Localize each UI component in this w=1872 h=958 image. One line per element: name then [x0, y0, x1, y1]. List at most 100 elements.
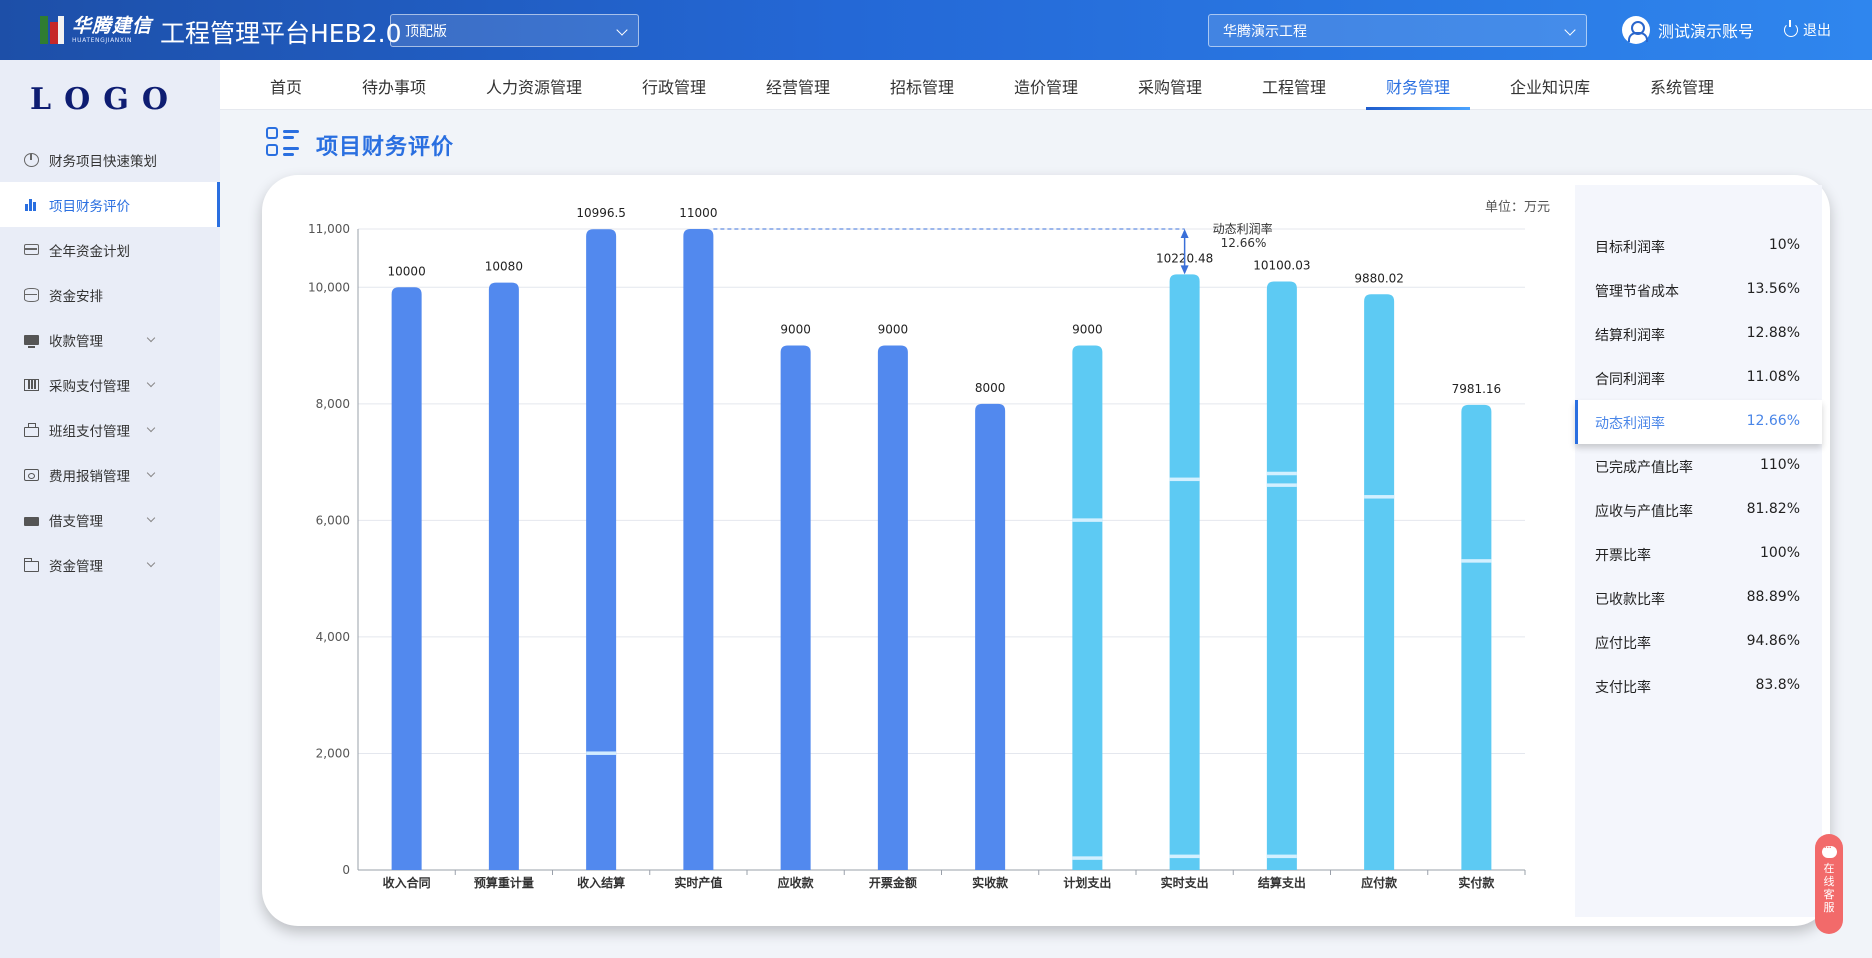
y-tick-label: 0	[342, 863, 350, 877]
bar-value-label: 9000	[878, 323, 909, 337]
kpi-row[interactable]: 已完成产值比率 110%	[1575, 444, 1822, 488]
sidebar-item[interactable]: 采购支付管理	[0, 362, 220, 407]
x-tick-label: 实付款	[1458, 875, 1495, 890]
arrow-down-icon	[1180, 265, 1189, 275]
kpi-row[interactable]: 开票比率 100%	[1575, 532, 1822, 576]
kpi-label: 目标利润率	[1595, 240, 1665, 256]
nav-tab[interactable]: 首页	[270, 74, 302, 98]
sidebar-item-label: 项目财务评价	[49, 198, 130, 215]
chevron-down-icon	[146, 333, 156, 343]
x-tick-label: 开票金额	[869, 875, 917, 890]
logout-button[interactable]: 退出	[1784, 20, 1831, 40]
page-title: 项目财务评价	[316, 135, 455, 160]
nav-tab[interactable]: 系统管理	[1650, 74, 1714, 98]
online-service-button[interactable]: 在 线 客 服	[1815, 834, 1843, 934]
bar	[877, 345, 908, 870]
nav-tab[interactable]: 采购管理	[1138, 74, 1202, 98]
shelf-icon	[24, 378, 39, 391]
bar-segment-mark	[1266, 483, 1297, 487]
bar-segment-mark	[1266, 854, 1297, 859]
top-header: 华腾建信 HUATENGJIANXIN 工程管理平台HEB2.0 顶配版 华腾演…	[0, 0, 1872, 60]
sidebar-item[interactable]: 项目财务评价	[0, 182, 220, 227]
account-name: 测试演示账号	[1658, 22, 1755, 41]
kpi-value: 110%	[1759, 457, 1800, 473]
folder-icon	[24, 558, 39, 572]
sidebar-item[interactable]: 借支管理	[0, 497, 220, 542]
credit-card-icon	[24, 244, 39, 255]
sidebar-item[interactable]: 资金管理	[0, 542, 220, 587]
sidebar-item[interactable]: 全年资金计划	[0, 227, 220, 272]
bar-segment-mark	[1169, 854, 1200, 859]
nav-tab[interactable]: 待办事项	[362, 74, 426, 98]
sidebar-item[interactable]: 班组支付管理	[0, 407, 220, 452]
service-char: 服	[1823, 901, 1835, 914]
brand-logo[interactable]: 华腾建信 HUATENGJIANXIN	[38, 11, 152, 49]
sidebar-item[interactable]: 财务项目快速策划	[0, 137, 220, 182]
kpi-value: 81.82%	[1746, 501, 1800, 517]
x-tick-label: 应付款	[1361, 875, 1398, 890]
bar-segment-mark	[586, 751, 617, 755]
receipt-icon	[24, 468, 39, 481]
sidebar-item[interactable]: 收款管理	[0, 317, 220, 362]
bar-value-label: 7981.16	[1452, 382, 1502, 396]
bar-value-label: 10080	[485, 260, 523, 274]
brand-mark-icon	[38, 14, 66, 46]
list-icon	[266, 127, 300, 159]
bar-segment-mark	[1266, 471, 1297, 476]
brand-name-en: HUATENGJIANXIN	[72, 36, 133, 44]
x-tick-label: 预算重计量	[474, 875, 534, 890]
kpi-label: 管理节省成本	[1595, 284, 1679, 300]
active-tab-indicator	[1366, 107, 1470, 110]
bar	[975, 403, 1006, 870]
nav-tab[interactable]: 造价管理	[1014, 74, 1078, 98]
kpi-label: 应付比率	[1595, 636, 1651, 652]
bar-value-label: 10000	[388, 264, 426, 278]
chevron-down-icon	[146, 378, 156, 388]
monitor-icon	[24, 334, 39, 348]
sidebar-item-label: 资金管理	[49, 558, 103, 575]
bar	[1461, 404, 1492, 870]
kpi-row[interactable]: 结算利润率 12.88%	[1575, 312, 1822, 356]
bar-value-label: 10100.03	[1253, 258, 1310, 272]
bar	[683, 229, 714, 870]
sidebar-item-label: 采购支付管理	[49, 378, 130, 395]
kpi-row[interactable]: 应付比率 94.86%	[1575, 620, 1822, 664]
nav-tab[interactable]: 招标管理	[890, 74, 954, 98]
database-icon	[24, 287, 39, 302]
kpi-row[interactable]: 目标利润率 10%	[1575, 224, 1822, 268]
kpi-row[interactable]: 动态利润率 12.66%	[1575, 400, 1822, 444]
sidebar-item[interactable]: 资金安排	[0, 272, 220, 317]
kpi-row[interactable]: 管理节省成本 13.56%	[1575, 268, 1822, 312]
kpi-row[interactable]: 已收款比率 88.89%	[1575, 576, 1822, 620]
nav-tab[interactable]: 工程管理	[1262, 74, 1326, 98]
bar-value-label: 11000	[679, 206, 717, 220]
nav-tab[interactable]: 人力资源管理	[486, 74, 582, 98]
kpi-row[interactable]: 合同利润率 11.08%	[1575, 356, 1822, 400]
kpi-row[interactable]: 支付比率 83.8%	[1575, 664, 1822, 708]
project-select[interactable]: 华腾演示工程	[1208, 14, 1587, 47]
kpi-row[interactable]: 应收与产值比率 81.82%	[1575, 488, 1822, 532]
sidebar-item[interactable]: 费用报销管理	[0, 452, 220, 497]
nav-tab[interactable]: 企业知识库	[1510, 74, 1590, 98]
kpi-value: 88.89%	[1746, 589, 1800, 605]
account-menu[interactable]: 测试演示账号	[1622, 15, 1754, 45]
nav-tab[interactable]: 行政管理	[642, 74, 706, 98]
brand-name: 华腾建信	[72, 14, 153, 37]
bar	[586, 229, 617, 870]
bar-segment-mark	[1364, 495, 1395, 499]
y-tick-label: 4,000	[316, 630, 350, 644]
chevron-down-icon	[146, 558, 156, 568]
sidebar-item-label: 资金安排	[49, 288, 103, 305]
y-tick-label: 2,000	[316, 746, 350, 760]
nav-tab[interactable]: 财务管理	[1386, 74, 1450, 98]
version-select[interactable]: 顶配版	[390, 14, 639, 47]
kpi-value: 100%	[1759, 545, 1800, 561]
bar	[391, 287, 422, 871]
kpi-label: 结算利润率	[1595, 328, 1665, 344]
x-tick-label: 结算支出	[1258, 875, 1306, 890]
x-tick-label: 实时支出	[1161, 875, 1209, 890]
nav-tab[interactable]: 经营管理	[766, 74, 830, 98]
sidebar-item-label: 借支管理	[49, 513, 103, 530]
annotation-label: 动态利润率	[1213, 221, 1273, 236]
bar-segment-mark	[1072, 856, 1103, 860]
